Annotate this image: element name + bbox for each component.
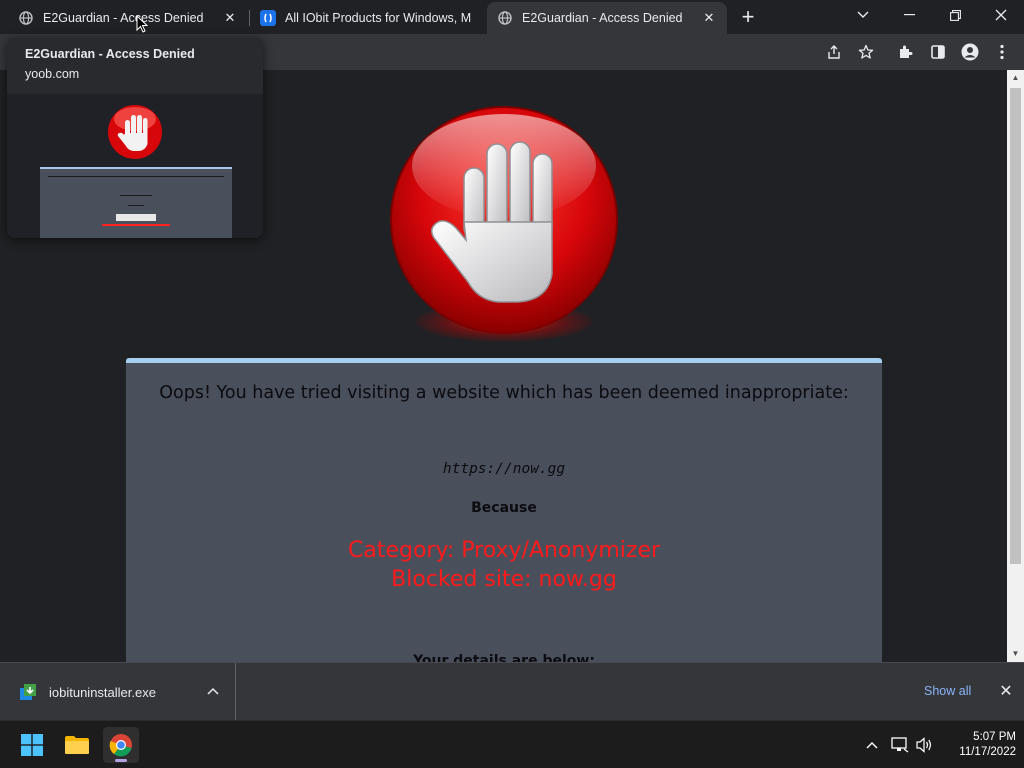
blocked-site: Blocked site: now.gg	[391, 567, 617, 592]
hover-card-panel-thumbnail	[40, 167, 232, 238]
chrome-taskbar-icon[interactable]	[103, 727, 139, 763]
hover-card-preview	[7, 94, 263, 238]
hover-card-domain: yoob.com	[25, 67, 80, 81]
tab-close-icon[interactable]: ✕	[701, 10, 717, 26]
because-label: Because	[471, 500, 537, 516]
show-all-downloads-link[interactable]: Show all	[924, 684, 971, 698]
mouse-cursor-icon	[136, 15, 148, 33]
volume-icon[interactable]	[915, 735, 935, 755]
stop-hand-icon	[390, 106, 618, 334]
page-title: Oops! You have tried visiting a website …	[159, 383, 849, 403]
profile-avatar-icon[interactable]	[958, 40, 982, 64]
scroll-up-arrow-icon[interactable]: ▲	[1007, 70, 1024, 86]
details-heading: Your details are below:	[413, 653, 595, 662]
iobit-icon	[260, 10, 276, 26]
file-explorer-icon[interactable]	[59, 727, 95, 763]
tray-overflow-chevron-icon[interactable]	[862, 735, 882, 755]
network-icon[interactable]	[890, 735, 910, 755]
bookmark-star-icon[interactable]	[854, 40, 878, 64]
hover-card-title: E2Guardian - Access Denied	[25, 47, 195, 61]
browser-window: E2Guardian - Access Denied ✕ All IObit P…	[0, 0, 1024, 768]
tab-search-icon[interactable]	[840, 0, 886, 30]
tab-iobit[interactable]: All IObit Products for Windows, M	[250, 2, 486, 34]
download-file-name: iobituninstaller.exe	[49, 685, 156, 700]
tab-close-icon[interactable]: ✕	[222, 10, 238, 26]
active-app-indicator	[115, 759, 127, 762]
clock-date: 11/17/2022	[959, 746, 1016, 758]
close-download-bar-icon[interactable]: ✕	[996, 682, 1016, 702]
page-scrollbar[interactable]: ▲ ▼	[1007, 70, 1024, 662]
tab-e2guardian-2[interactable]: E2Guardian - Access Denied ✕	[487, 2, 727, 34]
globe-icon	[18, 10, 34, 26]
taskbar-clock[interactable]: 5:07 PM 11/17/2022	[940, 730, 1016, 760]
scrollbar-thumb[interactable]	[1010, 88, 1021, 564]
globe-icon	[497, 10, 513, 26]
windows-taskbar: 5:07 PM 11/17/2022	[0, 720, 1024, 768]
side-panel-icon[interactable]	[926, 40, 950, 64]
minimize-button[interactable]	[886, 0, 932, 30]
share-icon[interactable]	[822, 40, 846, 64]
download-item[interactable]: iobituninstaller.exe	[0, 663, 236, 721]
blocked-url: https://now.gg	[442, 461, 566, 477]
installer-file-icon	[20, 684, 36, 700]
windows-start-icon[interactable]	[14, 727, 50, 763]
download-bar: iobituninstaller.exe Show all ✕	[0, 662, 1024, 721]
restore-button[interactable]	[932, 0, 978, 30]
tab-title: E2Guardian - Access Denied	[522, 11, 683, 25]
chevron-up-icon[interactable]	[204, 682, 222, 700]
clock-time: 5:07 PM	[973, 731, 1016, 743]
block-category: Category: Proxy/Anonymizer	[347, 538, 661, 563]
stop-hand-thumbnail-icon	[108, 105, 162, 159]
new-tab-button[interactable]: +	[736, 6, 760, 30]
tab-strip: E2Guardian - Access Denied ✕ All IObit P…	[0, 0, 1024, 34]
tab-e2guardian-1[interactable]: E2Guardian - Access Denied ✕	[8, 2, 248, 34]
tab-title: All IObit Products for Windows, M	[285, 11, 472, 25]
tab-hover-card: E2Guardian - Access Denied yoob.com	[7, 38, 263, 238]
access-denied-panel: Oops! You have tried visiting a website …	[126, 358, 882, 662]
menu-kebab-icon[interactable]	[990, 40, 1014, 64]
scroll-down-arrow-icon[interactable]: ▼	[1007, 646, 1024, 662]
tab-title: E2Guardian - Access Denied	[43, 11, 204, 25]
close-window-button[interactable]	[978, 0, 1024, 30]
extensions-icon[interactable]	[894, 40, 918, 64]
